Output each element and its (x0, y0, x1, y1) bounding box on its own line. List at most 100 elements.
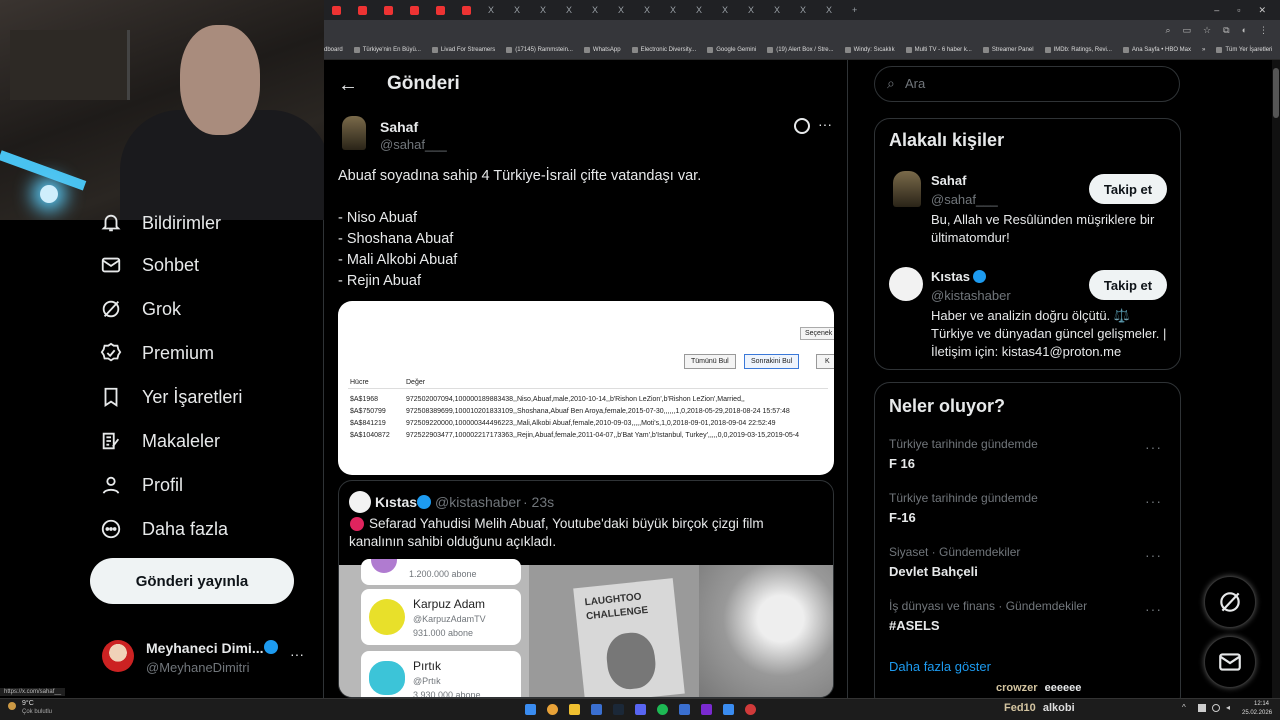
account-switcher[interactable]: Meyhaneci Dimi... @MeyhaneDimitri ··· (100, 636, 320, 680)
browser-tab[interactable]: X (748, 3, 770, 17)
tweet-more-icon[interactable]: ··· (818, 116, 832, 132)
weather-icon[interactable] (8, 702, 16, 710)
clock-date[interactable]: 25.02.2026 (1242, 710, 1272, 716)
bookmark-item[interactable]: IMDb: Ratings, Revi... (1044, 46, 1112, 53)
browser-tab[interactable]: X (670, 3, 692, 17)
weather-temp[interactable]: 9°C (22, 700, 34, 707)
author-handle[interactable]: @sahaf___ (380, 137, 447, 152)
nav-item-bookmarks[interactable]: Yer İşaretleri (100, 382, 242, 412)
tray-chevron-icon[interactable]: ^ (1182, 703, 1186, 712)
app-icon[interactable] (723, 704, 734, 715)
minimize-icon[interactable]: – (1214, 5, 1219, 16)
bookmark-item[interactable]: (17145) Rammstein... (506, 46, 573, 53)
nav-item-notifications[interactable]: Bildirimler (100, 208, 221, 238)
messages-fab-button[interactable] (1204, 636, 1256, 688)
nav-item-profile[interactable]: Profil (100, 470, 183, 500)
person-name[interactable]: Sahaf (931, 173, 966, 188)
trend-item[interactable]: Siyaset · Gündemdekiler Devlet Bahçeli (889, 545, 1169, 579)
network-icon[interactable] (1212, 704, 1220, 712)
trend-more-icon[interactable]: ··· (1145, 547, 1162, 563)
bookmark-item[interactable]: Livad For Streamers (431, 46, 495, 53)
browser-tab[interactable]: X (566, 3, 588, 17)
account-more-icon[interactable]: ··· (290, 646, 304, 662)
avatar[interactable] (342, 116, 366, 150)
bookmark-item[interactable]: Streamer Panel (982, 46, 1034, 53)
cast-icon[interactable]: ▭ (1183, 25, 1192, 36)
browser-tab[interactable]: X (618, 3, 640, 17)
obs-icon[interactable] (745, 704, 756, 715)
trend-more-icon[interactable]: ··· (1145, 493, 1162, 509)
close-icon[interactable]: ✕ (1258, 5, 1266, 16)
start-icon[interactable] (525, 704, 536, 715)
browser-tab[interactable] (436, 3, 458, 17)
extensions-icon[interactable]: ⧉ (1223, 25, 1229, 36)
nav-item-chat[interactable]: Sohbet (100, 250, 199, 280)
app-icon[interactable] (679, 704, 690, 715)
quoted-tweet[interactable]: Kıstas @kistashaber · 23s Sefarad Yahudi… (338, 480, 834, 698)
browser-tab[interactable] (410, 3, 432, 17)
browser-tab[interactable]: X (514, 3, 536, 17)
clock-time[interactable]: 12:14 (1254, 701, 1269, 707)
browser-tab[interactable]: X (696, 3, 718, 17)
trend-item[interactable]: Türkiye tarihinde gündemde F-16 (889, 491, 1169, 525)
browser-tab[interactable]: X (540, 3, 562, 17)
restore-icon[interactable]: ▫ (1237, 5, 1240, 16)
bookmark-item[interactable]: Multi TV - 6 haber k... (905, 46, 972, 53)
person-handle[interactable]: @sahaf___ (931, 192, 998, 207)
trend-more-icon[interactable]: ··· (1145, 439, 1162, 455)
bookmark-item[interactable]: dboard (324, 47, 343, 53)
follow-button[interactable]: Takip et (1089, 174, 1167, 204)
trend-item[interactable]: Türkiye tarihinde gündemde F 16 (889, 437, 1169, 471)
bookmark-item[interactable]: (19) Alert Box / Stre... (767, 46, 834, 53)
profile-circle-icon[interactable]: ◐ (1242, 25, 1247, 35)
bookmark-item[interactable]: Ana Sayfa • HBO Max (1122, 46, 1191, 53)
folder-icon[interactable] (569, 704, 580, 715)
browser-tab[interactable]: X (722, 3, 744, 17)
steam-icon[interactable] (613, 704, 624, 715)
browser-tab[interactable] (462, 3, 484, 17)
bookmark-item[interactable]: » (1202, 47, 1205, 53)
browser-tab[interactable] (332, 3, 354, 17)
bookmark-item[interactable]: WhatsApp (583, 46, 621, 53)
browser-tab[interactable]: X (826, 3, 848, 17)
grok-icon[interactable] (794, 118, 810, 134)
bookmark-item[interactable]: Google Gemini (707, 46, 756, 53)
author-name[interactable]: Sahaf (380, 119, 418, 135)
avatar[interactable] (889, 267, 923, 301)
nav-item-grok[interactable]: Grok (100, 294, 181, 324)
avatar[interactable] (893, 171, 921, 207)
tray-app-icon[interactable] (1198, 704, 1206, 712)
browser-tab[interactable]: X (488, 3, 510, 17)
back-arrow-icon[interactable]: ← (338, 74, 358, 97)
app-icon[interactable] (701, 704, 712, 715)
follow-button[interactable]: Takip et (1089, 270, 1167, 300)
browser-tab[interactable] (358, 3, 380, 17)
app-icon[interactable] (591, 704, 602, 715)
nav-item-articles[interactable]: Makaleler (100, 426, 220, 456)
browser-tab[interactable]: X (800, 3, 822, 17)
star-icon[interactable]: ☆ (1203, 25, 1211, 36)
bookmark-item[interactable]: Windy: Sıcaklık (844, 46, 895, 53)
volume-icon[interactable]: ◂ (1226, 703, 1230, 712)
weather-desc[interactable]: Çok bulutlu (22, 709, 52, 715)
show-more-link[interactable]: Daha fazla göster (889, 659, 991, 674)
post-button[interactable]: Gönderi yayınla (90, 558, 294, 604)
bookmark-item[interactable]: Tüm Yer İşaretleri (1216, 46, 1272, 53)
nav-item-more[interactable]: Daha fazla (100, 514, 228, 544)
tweet-image[interactable]: Seçenek Tümünü Bul Sonrakini Bul K Hücre… (338, 301, 834, 475)
discord-icon[interactable] (635, 704, 646, 715)
zoom-icon[interactable]: ⌕ (1165, 25, 1170, 36)
person-handle[interactable]: @kistashaber (931, 288, 1011, 303)
person-name[interactable]: Kıstas (931, 269, 970, 284)
new-tab-button[interactable]: + (852, 3, 874, 17)
trend-item[interactable]: İş dünyası ve finans · Gündemdekiler #AS… (889, 599, 1169, 633)
bookmark-item[interactable]: Türkiye'nin En Büyü... (353, 46, 421, 53)
browser-tab[interactable] (384, 3, 406, 17)
chrome-icon[interactable] (547, 704, 558, 715)
browser-tab[interactable]: X (774, 3, 796, 17)
spotify-icon[interactable] (657, 704, 668, 715)
bookmark-item[interactable]: Electronic Diversity... (631, 46, 696, 53)
trend-more-icon[interactable]: ··· (1145, 601, 1162, 617)
search-input[interactable]: ⌕ Ara (874, 66, 1180, 102)
scrollbar-thumb[interactable] (1273, 68, 1279, 118)
